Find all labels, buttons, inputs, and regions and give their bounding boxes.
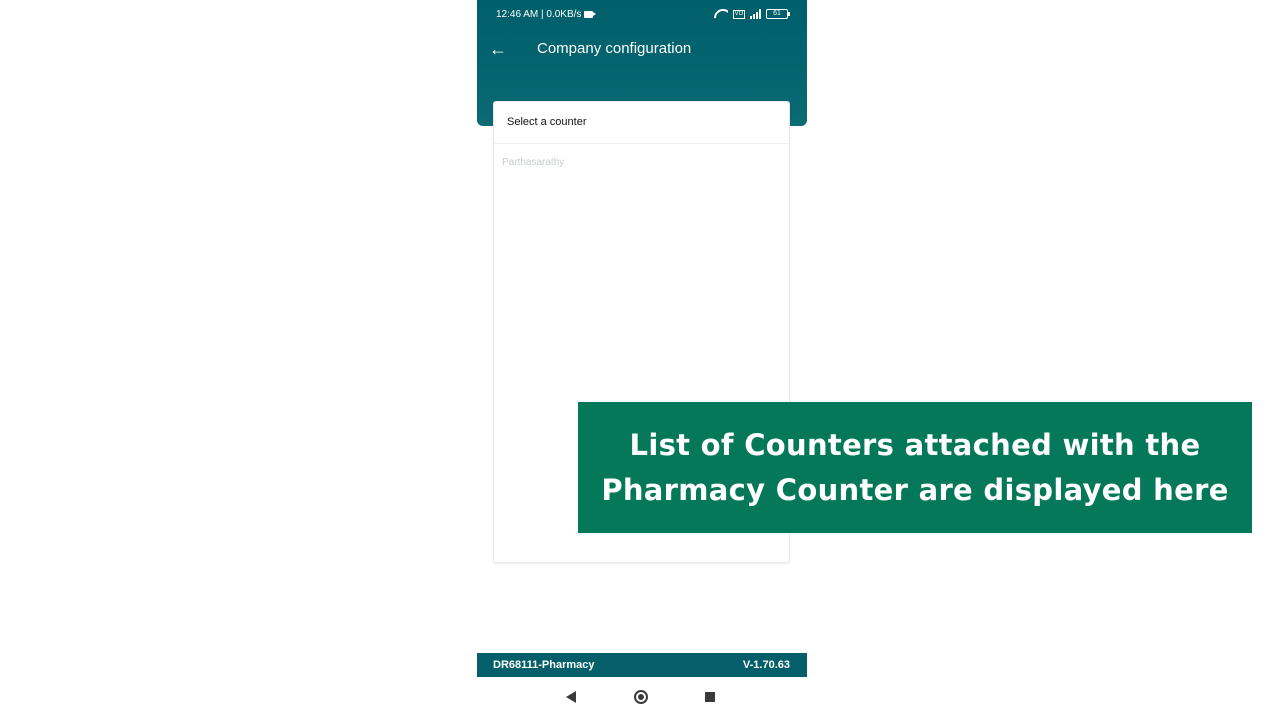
tutorial-caption: List of Counters attached with the Pharm… <box>578 402 1252 533</box>
battery-icon: 61 <box>766 9 790 19</box>
nav-recent-icon[interactable] <box>705 692 715 702</box>
signal-icon <box>750 9 761 19</box>
vo-label: VO <box>733 9 745 19</box>
status-left: 12:46 AM | 0.0KB/s <box>496 9 597 20</box>
page-title: Company configuration <box>537 40 692 57</box>
caption-line-2: Pharmacy Counter are displayed here <box>601 472 1229 507</box>
nav-back-icon[interactable] <box>566 691 576 703</box>
back-arrow-icon[interactable]: ← <box>487 38 509 60</box>
sheet-divider <box>494 143 789 144</box>
footer-version: V-1.70.63 <box>742 659 790 671</box>
app-footer: DR68111-Pharmacy V-1.70.63 <box>477 653 807 677</box>
nav-home-icon[interactable] <box>634 690 648 704</box>
video-icon <box>584 11 597 18</box>
android-nav-bar <box>477 680 807 714</box>
counter-list-item[interactable]: Parthasarathy <box>502 157 564 168</box>
footer-company: DR68111-Pharmacy <box>493 659 595 671</box>
status-time-speed: 12:46 AM | 0.0KB/s <box>496 9 582 20</box>
sheet-title: Select a counter <box>507 116 587 128</box>
status-right: VO 61 <box>714 9 790 19</box>
caption-line-1: List of Counters attached with the <box>629 427 1201 462</box>
wifi-icon <box>714 9 728 19</box>
phone-screen: 12:46 AM | 0.0KB/s VO 61 ← Company confi… <box>477 0 807 720</box>
status-bar: 12:46 AM | 0.0KB/s VO 61 <box>477 0 807 30</box>
